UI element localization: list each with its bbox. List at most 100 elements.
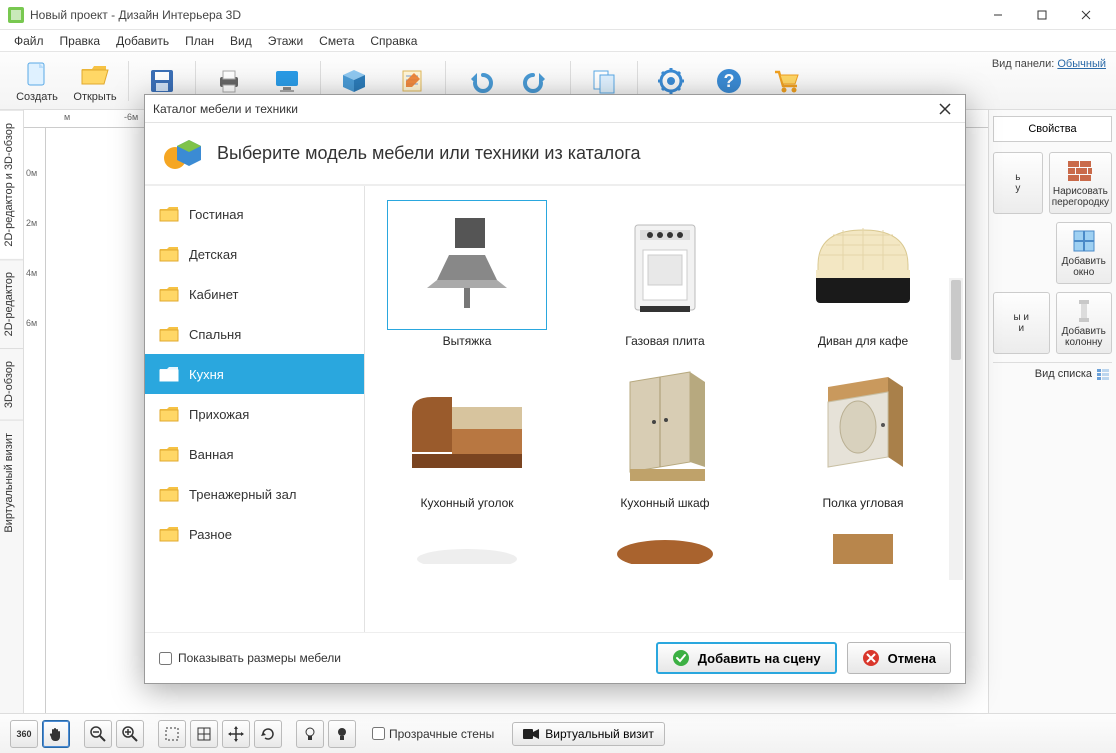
bb-rotate-button[interactable] [254,720,282,748]
window-maximize-button[interactable] [1020,1,1064,29]
tab-2d-3d[interactable]: 2D-редактор и 3D-обзор [0,110,23,259]
bb-zoom-out-button[interactable] [84,720,112,748]
catalog-item[interactable]: Кухонный уголок [371,358,563,514]
catalog-header-icon [163,134,203,174]
item-thumbnail [387,200,547,330]
right-button-partial-1[interactable]: ь у [993,152,1043,214]
category-item[interactable]: Прихожая [145,394,364,434]
category-item[interactable]: Разное [145,514,364,554]
help-icon: ? [713,65,745,97]
add-to-scene-button[interactable]: Добавить на сцену [656,642,837,674]
tab-2d[interactable]: 2D-редактор [0,259,23,348]
virtual-visit-button[interactable]: Виртуальный визит [512,722,665,746]
catalog-item[interactable]: Диван для кафе [767,196,959,352]
bb-hand-button[interactable] [42,720,70,748]
category-label: Кухня [189,367,224,382]
category-label: Кабинет [189,287,238,302]
menu-floors[interactable]: Этажи [260,32,311,50]
bb-zoom-in-button[interactable] [116,720,144,748]
item-thumbnail [783,524,943,564]
toolbar-open-button[interactable]: Открыть [66,55,124,107]
right-button-column[interactable]: Добавить колонну [1056,292,1113,354]
catalog-item[interactable]: Полка угловая [767,358,959,514]
cancel-button[interactable]: Отмена [847,642,951,674]
toolbar-panel-mode: Вид панели: Обычный [992,58,1106,70]
catalog-item[interactable]: Вытяжка [371,196,563,352]
catalog-item[interactable]: Кухонный шкаф [569,358,761,514]
folder-icon [159,246,179,262]
category-item[interactable]: Кухня [145,354,364,394]
dialog-title: Каталог мебели и техники [153,102,298,116]
zoom-out-icon [90,726,106,742]
save-icon [146,65,178,97]
gear-icon [655,65,687,97]
bb-360-button[interactable]: 360 [10,720,38,748]
grid-icon [196,726,212,742]
printer-icon [213,65,245,97]
catalog-item[interactable]: Газовая плита [569,196,761,352]
category-item[interactable]: Спальня [145,314,364,354]
right-button-partial-2[interactable]: ы и и [993,292,1050,354]
camera-icon [523,728,539,740]
tab-virtual-visit[interactable]: Виртуальный визит [0,420,23,545]
menu-plan[interactable]: План [177,32,222,50]
transparent-walls-input[interactable] [372,727,385,740]
rotate-icon [260,726,276,742]
window-minimize-button[interactable] [976,1,1020,29]
right-button-partition[interactable]: Нарисовать перегородку [1049,152,1112,214]
show-sizes-checkbox[interactable]: Показывать размеры мебели [159,651,341,665]
left-tabs: 2D-редактор и 3D-обзор 2D-редактор 3D-об… [0,110,24,713]
dialog-titlebar: Каталог мебели и техники [145,95,965,123]
show-sizes-input[interactable] [159,652,172,665]
panel-mode-link[interactable]: Обычный [1057,58,1106,70]
transparent-walls-checkbox[interactable]: Прозрачные стены [372,727,494,741]
category-item[interactable]: Детская [145,234,364,274]
bb-fit-button[interactable] [158,720,186,748]
scrollbar[interactable] [949,278,963,580]
category-list: Гостиная Детская Кабинет Спальня Кухня Прихож… [145,186,365,632]
category-item[interactable]: Кабинет [145,274,364,314]
bb-light-button[interactable] [296,720,324,748]
category-label: Детская [189,247,237,262]
menu-add[interactable]: Добавить [108,32,177,50]
list-view-header[interactable]: Вид списка [993,362,1112,385]
tab-3d[interactable]: 3D-обзор [0,348,23,420]
panel-mode-label: Вид панели: [992,58,1054,70]
item-grid: ВытяжкаГазовая плита Диван для кафе Кухонн… [365,186,965,632]
catalog-item[interactable] [371,520,563,568]
item-thumbnail [783,362,943,492]
category-item[interactable]: Тренажерный зал [145,474,364,514]
catalog-item[interactable] [569,520,761,568]
bb-grid-button[interactable] [190,720,218,748]
ruler-vertical: 0м 2м 4м 6м [24,128,46,713]
menubar: Файл Правка Добавить План Вид Этажи Смет… [0,30,1116,52]
folder-icon [159,526,179,542]
window-close-button[interactable] [1064,1,1108,29]
toolbar-create-button[interactable]: Создать [8,55,66,107]
app-icon [8,7,24,23]
bulb-icon [302,726,318,742]
catalog-item[interactable] [767,520,959,568]
menu-help[interactable]: Справка [362,32,425,50]
menu-estimate[interactable]: Смета [311,32,362,50]
folder-icon [159,366,179,382]
list-icon [1096,367,1110,381]
item-caption: Диван для кафе [818,334,908,348]
category-item[interactable]: Ванная [145,434,364,474]
menu-view[interactable]: Вид [222,32,260,50]
category-item[interactable]: Гостиная [145,194,364,234]
check-circle-icon [672,649,690,667]
bb-move-button[interactable] [222,720,250,748]
bb-light2-button[interactable] [328,720,356,748]
category-label: Тренажерный зал [189,487,296,502]
menu-file[interactable]: Файл [6,32,52,50]
properties-tab[interactable]: Свойства [993,116,1112,142]
column-icon [1071,298,1097,324]
dialog-close-button[interactable] [933,99,957,119]
zoom-in-icon [122,726,138,742]
item-thumbnail [585,362,745,492]
item-caption: Полка угловая [823,496,904,510]
menu-edit[interactable]: Правка [52,32,109,50]
bulb2-icon [334,726,350,742]
right-button-window[interactable]: Добавить окно [1056,222,1113,284]
